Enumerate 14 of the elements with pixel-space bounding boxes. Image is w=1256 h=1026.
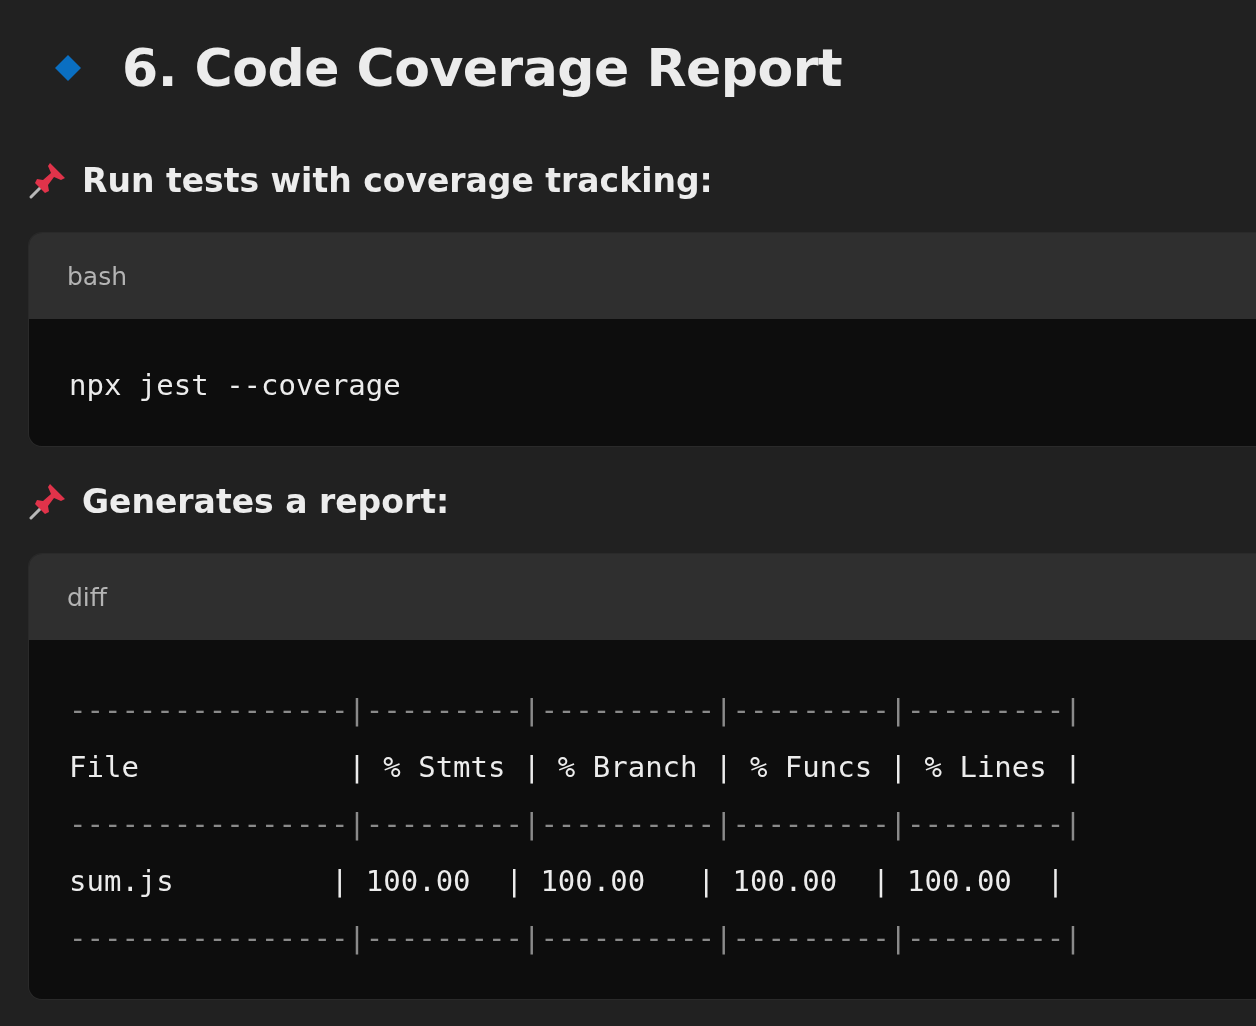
table-rule-line: ----------------|---------|----------|---------|---------| (69, 692, 1082, 729)
code-language-label: diff (29, 554, 1256, 640)
section-title: 6. Code Coverage Report (122, 38, 843, 98)
pushpin-icon (28, 481, 68, 521)
table-rule-line: ----------------|---------|----------|---------|---------| (69, 806, 1082, 843)
diamond-icon (54, 54, 82, 82)
code-language-label: bash (29, 233, 1256, 319)
step-heading: Run tests with coverage tracking: (82, 160, 713, 200)
code-line: npx jest --coverage (69, 367, 401, 404)
pushpin-icon (28, 160, 68, 200)
code-line: sum.js | 100.00 | 100.00 | 100.00 | 100.00 | (69, 863, 1065, 900)
code-line: File | % Stmts | % Branch | % Funcs | % Lines | (69, 749, 1082, 786)
table-rule-line: ----------------|---------|----------|---------|---------| (69, 920, 1082, 957)
step-heading: Generates a report: (82, 481, 450, 521)
